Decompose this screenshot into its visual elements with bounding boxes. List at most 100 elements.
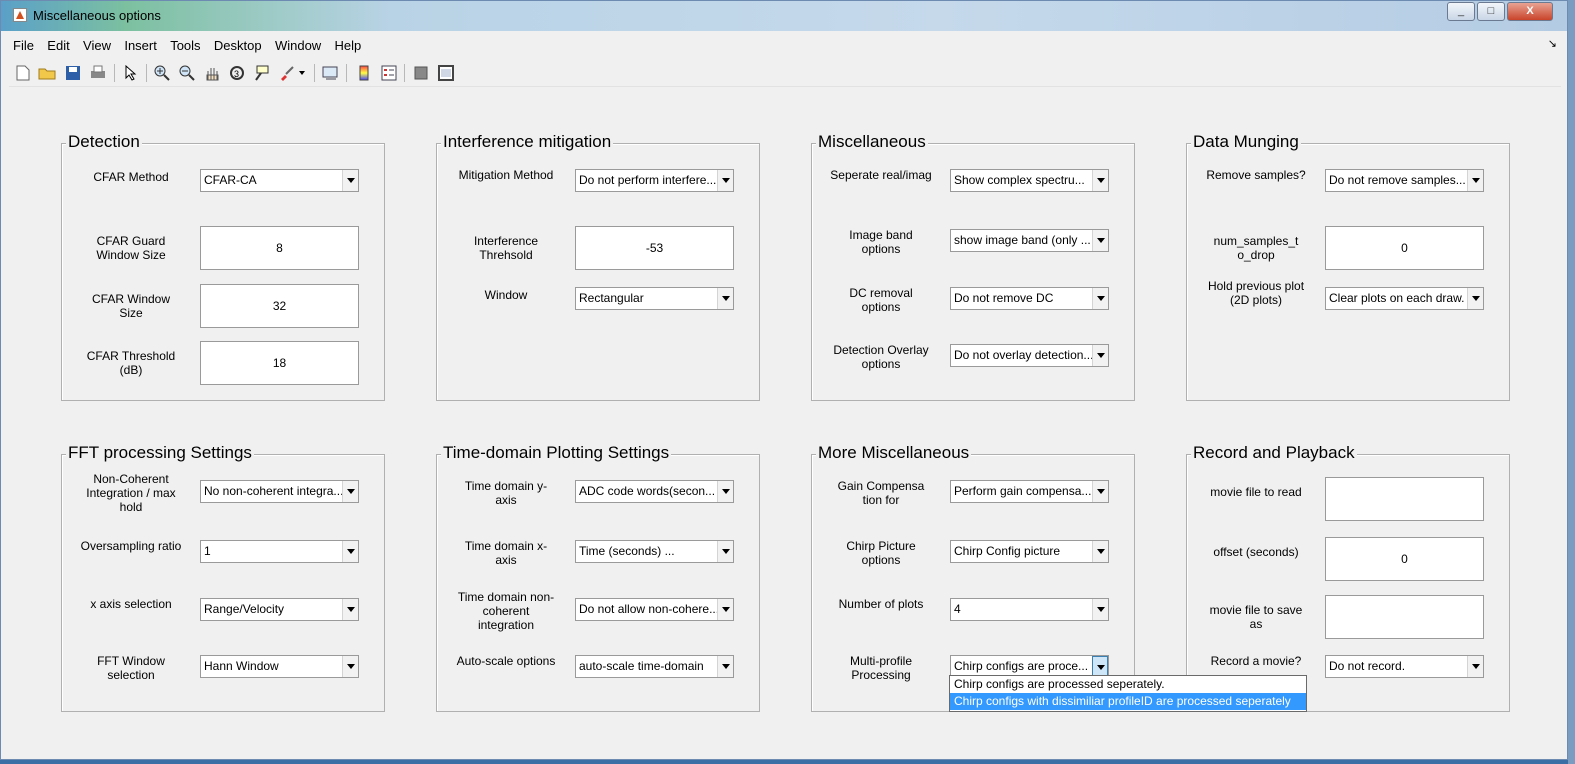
field-label: x axis selection — [90, 597, 172, 611]
edit-field[interactable]: 18 — [200, 341, 359, 385]
menu-view[interactable]: View — [79, 34, 115, 57]
minimize-button[interactable]: _ — [1447, 2, 1475, 21]
field-label: movie file to save as — [1209, 603, 1303, 631]
chevron-down-icon[interactable] — [717, 599, 733, 620]
panel-fft: FFT processing Settings Non-Coherent Inte… — [61, 443, 385, 712]
dropdown-select[interactable]: 1 — [200, 540, 359, 563]
panel-title: More Miscellaneous — [816, 443, 972, 463]
zoom-in-icon[interactable] — [152, 63, 172, 83]
field-label: FFT Window selection — [97, 654, 165, 682]
legend-icon[interactable] — [379, 63, 399, 83]
dropdown-select[interactable]: Do not record. — [1325, 655, 1484, 678]
menu-file[interactable]: File — [9, 34, 38, 57]
dropdown-select[interactable]: show image band (only ... — [950, 229, 1109, 252]
dropdown-select[interactable]: Show complex spectru... — [950, 169, 1109, 192]
dropdown-select[interactable]: Rectangular — [575, 287, 734, 310]
data-cursor-icon[interactable] — [252, 63, 272, 83]
multi-profile-dropdown-list[interactable]: Chirp configs are processed seperately. … — [949, 675, 1307, 712]
chevron-down-icon[interactable] — [1467, 288, 1483, 309]
edit-field[interactable]: 0 — [1325, 537, 1484, 581]
open-folder-icon[interactable] — [37, 63, 57, 83]
menu-window[interactable]: Window — [271, 34, 325, 57]
chevron-down-icon[interactable] — [1092, 170, 1108, 191]
dropdown-option[interactable]: Chirp configs are processed seperately. — [950, 676, 1306, 693]
chevron-down-icon[interactable] — [717, 288, 733, 309]
toolbar: 3 — [9, 59, 1561, 87]
edit-field[interactable]: 0 — [1325, 226, 1484, 270]
dock-figure-icon[interactable]: ↘ — [1548, 37, 1557, 50]
brush-icon[interactable] — [277, 63, 297, 83]
desktop-background — [1568, 0, 1575, 764]
chevron-down-icon[interactable] — [342, 656, 358, 677]
chevron-down-icon[interactable] — [342, 599, 358, 620]
edit-field[interactable] — [1325, 595, 1484, 639]
brush-dropdown-icon[interactable] — [297, 63, 307, 83]
maximize-button[interactable]: □ — [1477, 2, 1505, 21]
field-label: CFAR Method — [93, 170, 169, 184]
edit-field[interactable]: 8 — [200, 226, 359, 270]
menu-help[interactable]: Help — [331, 34, 366, 57]
hide-plot-tools-icon[interactable] — [411, 63, 431, 83]
print-icon[interactable] — [88, 63, 108, 83]
dropdown-select[interactable]: Do not overlay detection... — [950, 344, 1109, 367]
dropdown-select[interactable]: Time (seconds) ... — [575, 540, 734, 563]
dropdown-select[interactable]: Range/Velocity — [200, 598, 359, 621]
pan-hand-icon[interactable] — [202, 63, 222, 83]
edit-field[interactable] — [1325, 477, 1484, 521]
dropdown-value: Range/Velocity — [204, 602, 285, 616]
menu-tools[interactable]: Tools — [166, 34, 204, 57]
zoom-out-icon[interactable] — [177, 63, 197, 83]
chevron-down-icon[interactable] — [717, 541, 733, 562]
chevron-down-icon[interactable] — [1092, 481, 1108, 502]
save-icon[interactable] — [63, 63, 83, 83]
menu-edit[interactable]: Edit — [43, 34, 73, 57]
panel-moremisc: More Miscellaneous Gain Compensa tion for… — [811, 443, 1135, 712]
dropdown-option-selected[interactable]: Chirp configs with dissimiliar profileID… — [950, 693, 1306, 710]
dropdown-select[interactable]: Hann Window — [200, 655, 359, 678]
dropdown-select[interactable]: Chirp Config picture — [950, 540, 1109, 563]
select-arrow-icon[interactable] — [121, 63, 141, 83]
chevron-down-icon[interactable] — [342, 541, 358, 562]
dropdown-select[interactable]: Perform gain compensa... — [950, 480, 1109, 503]
chevron-down-icon[interactable] — [1092, 345, 1108, 366]
colorbar-icon[interactable] — [354, 63, 374, 83]
edit-field[interactable]: -53 — [575, 226, 734, 270]
chevron-down-icon[interactable] — [1092, 541, 1108, 562]
dropdown-value: 1 — [204, 544, 211, 558]
dropdown-select[interactable]: ADC code words(secon... — [575, 480, 734, 503]
menu-insert[interactable]: Insert — [120, 34, 161, 57]
edit-field[interactable]: 32 — [200, 284, 359, 328]
menu-desktop[interactable]: Desktop — [210, 34, 266, 57]
dropdown-value: auto-scale time-domain — [579, 659, 704, 673]
menu-bar: File Edit View Insert Tools Desktop Wind… — [9, 34, 1561, 57]
dropdown-select[interactable]: Do not perform interfere... — [575, 169, 734, 192]
dropdown-select[interactable]: CFAR-CA — [200, 169, 359, 192]
chevron-down-icon[interactable] — [1092, 599, 1108, 620]
chevron-down-icon[interactable] — [1092, 656, 1108, 677]
chevron-down-icon[interactable] — [1467, 170, 1483, 191]
chevron-down-icon[interactable] — [1092, 230, 1108, 251]
dropdown-select[interactable]: auto-scale time-domain — [575, 655, 734, 678]
dropdown-select[interactable]: Do not remove samples... — [1325, 169, 1484, 192]
close-button[interactable]: X — [1507, 2, 1553, 21]
chevron-down-icon[interactable] — [1092, 288, 1108, 309]
dropdown-select[interactable]: 4 — [950, 598, 1109, 621]
new-file-icon[interactable] — [13, 63, 33, 83]
dropdown-select[interactable]: Do not remove DC — [950, 287, 1109, 310]
dropdown-select[interactable]: No non-coherent integra... — [200, 480, 359, 503]
field-label: Window — [484, 288, 528, 302]
chevron-down-icon[interactable] — [342, 170, 358, 191]
dropdown-select[interactable]: Clear plots on each draw. — [1325, 287, 1484, 310]
show-plot-tools-icon[interactable] — [436, 63, 456, 83]
rotate-3d-icon[interactable]: 3 — [227, 63, 247, 83]
chevron-down-icon[interactable] — [717, 656, 733, 677]
field-label: Hold previous plot (2D plots) — [1207, 279, 1305, 307]
chevron-down-icon[interactable] — [717, 170, 733, 191]
field-label: CFAR Threshold (dB) — [86, 349, 176, 377]
chevron-down-icon[interactable] — [1467, 656, 1483, 677]
dropdown-select[interactable]: Do not allow non-cohere... — [575, 598, 734, 621]
link-plot-icon[interactable] — [321, 63, 341, 83]
chevron-down-icon[interactable] — [342, 481, 358, 502]
chevron-down-icon[interactable] — [717, 481, 733, 502]
dropdown-value: Perform gain compensa... — [954, 484, 1092, 498]
